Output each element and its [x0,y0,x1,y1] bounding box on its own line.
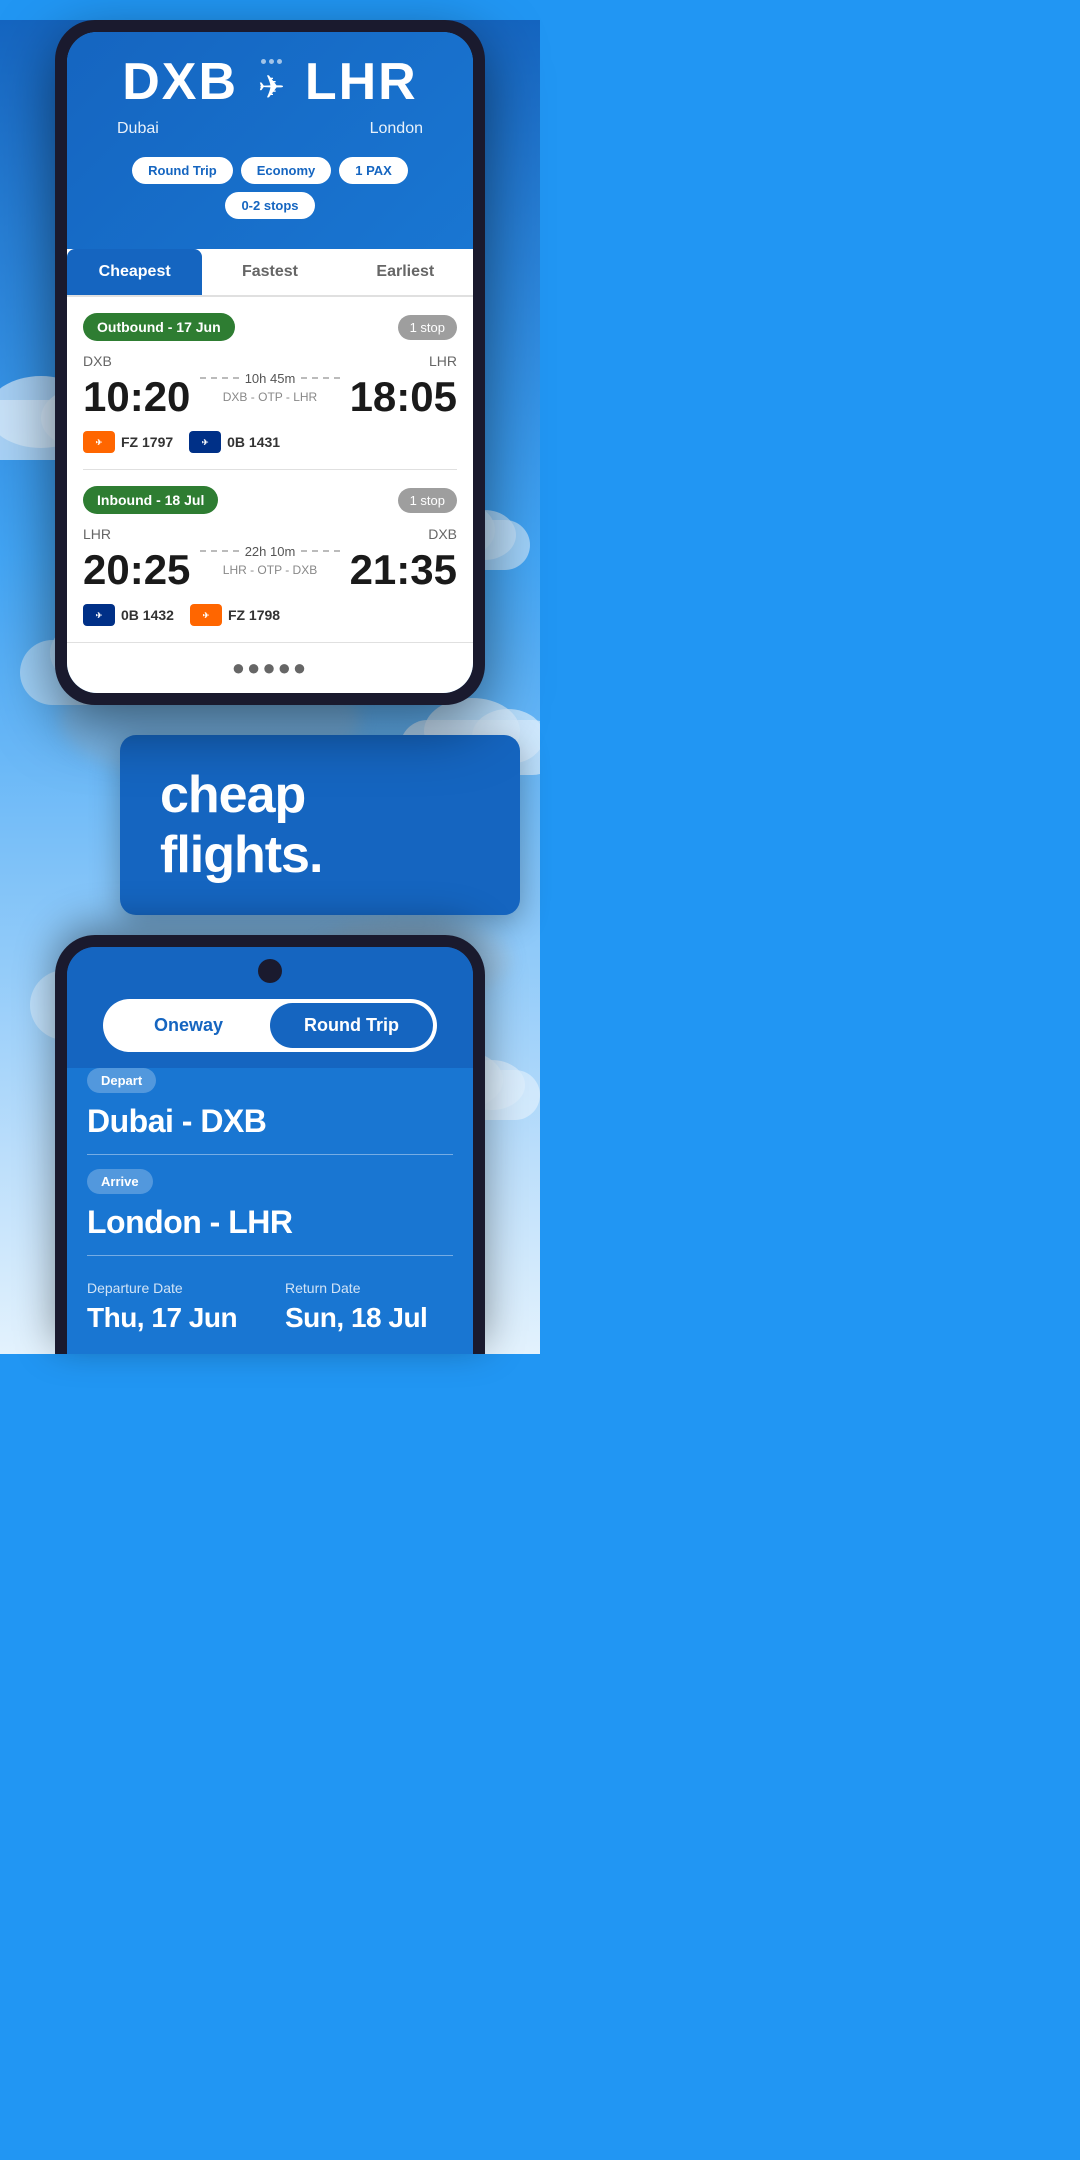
outbound-header: Outbound - 17 Jun 1 stop [83,313,457,341]
departure-date-label: Departure Date [87,1280,255,1296]
inbound-airlines: ✈ 0B 1432 ✈ FZ 1798 [83,604,457,626]
phone-1: DXB ✈ LHR Dubai London [55,20,485,705]
blueair-logo-1: ✈ [189,431,221,453]
plane-icon: ✈ [258,59,285,106]
outbound-label: Outbound - 17 Jun [83,313,235,341]
outbound-times: DXB 10:20 10h 45m DXB - OTP - LHR LHR 18… [83,353,457,421]
tabs-container: Cheapest Fastest Earliest [67,249,473,297]
inbound-to: DXB 21:35 [350,526,457,594]
inbound-airline-1: ✈ 0B 1432 [83,604,174,626]
to-city: London [370,120,423,138]
outbound-airline-2-code: 0B 1431 [227,434,280,450]
arrive-label: Arrive [87,1169,153,1194]
pax-pill[interactable]: 1 PAX [339,157,408,184]
arrive-field[interactable]: Arrive London - LHR [87,1169,453,1241]
cabin-pill[interactable]: Economy [241,157,332,184]
outbound-duration-info: 10h 45m DXB - OTP - LHR [190,371,349,404]
inbound-times: LHR 20:25 22h 10m LHR - OTP - DXB DXB 21… [83,526,457,594]
inbound-airline-2: ✈ FZ 1798 [190,604,280,626]
trip-toggle: Oneway Round Trip [103,999,437,1052]
stops-pill[interactable]: 0-2 stops [225,192,314,219]
inbound-arrive-time: 21:35 [350,546,457,594]
to-code: LHR [305,52,418,112]
notch [258,959,282,983]
inbound-label: Inbound - 18 Jul [83,486,218,514]
inbound-duration: 22h 10m [245,544,296,559]
outbound-from-code: DXB [83,353,190,369]
dashed-line-left [200,377,238,379]
search-form: Depart Dubai - DXB Arrive London - LHR D… [67,1068,473,1354]
inbound-airline-1-code: 0B 1432 [121,607,174,623]
return-date-field[interactable]: Return Date Sun, 18 Jul [285,1280,453,1334]
departure-date-value: Thu, 17 Jun [87,1302,255,1334]
depart-value: Dubai - DXB [87,1103,453,1140]
return-date-label: Return Date [285,1280,453,1296]
inbound-dashed-right [301,550,339,552]
inbound-duration-line: 22h 10m [200,544,339,559]
inbound-dashed-left [200,550,238,552]
inbound-from: LHR 20:25 [83,526,190,594]
tabs: Cheapest Fastest Earliest [67,249,473,297]
outbound-airline-1-code: FZ 1797 [121,434,173,450]
outbound-arrive-time: 18:05 [350,373,457,421]
route-cities: Dubai London [87,120,453,142]
date-row: Departure Date Thu, 17 Jun Return Date S… [87,1270,453,1334]
flydubai-logo-1: ✈ [83,431,115,453]
trip-type-pill[interactable]: Round Trip [132,157,233,184]
outbound-route-path: DXB - OTP - LHR [200,390,339,404]
from-airport: DXB [122,52,238,112]
promo-text: cheap flights. [160,765,480,885]
outbound-airline-2: ✈ 0B 1431 [189,431,280,453]
to-airport: LHR [305,52,418,112]
promo-banner: cheap flights. [120,735,520,915]
outbound-to: LHR 18:05 [350,353,457,421]
oneway-option[interactable]: Oneway [107,1003,270,1048]
phone-2: Oneway Round Trip Depart Dubai - DXB Arr… [55,935,485,1354]
trip-toggle-wrapper: Oneway Round Trip [67,999,473,1052]
depart-divider [87,1154,453,1155]
flights-container: Outbound - 17 Jun 1 stop DXB 10:20 10h 4… [67,297,473,642]
inbound-stop-badge: 1 stop [398,488,457,513]
outbound-depart-time: 10:20 [83,373,190,421]
tab-fastest[interactable]: Fastest [202,249,337,295]
depart-field[interactable]: Depart Dubai - DXB [87,1068,453,1140]
inbound-depart-time: 20:25 [83,546,190,594]
tab-earliest[interactable]: Earliest [338,249,473,295]
inbound-route-path: LHR - OTP - DXB [200,563,339,577]
route-row: DXB ✈ LHR [87,52,453,112]
flydubai-logo-2: ✈ [190,604,222,626]
inbound-duration-info: 22h 10m LHR - OTP - DXB [190,544,349,577]
outbound-to-code: LHR [350,353,457,369]
inbound-header: Inbound - 18 Jul 1 stop [83,486,457,514]
filter-pills: Round Trip Economy 1 PAX 0-2 stops [87,157,453,219]
round-trip-option[interactable]: Round Trip [270,1003,433,1048]
outbound-duration: 10h 45m [245,371,296,386]
return-date-value: Sun, 18 Jul [285,1302,453,1334]
blueair-logo-2: ✈ [83,604,115,626]
notch-bar [67,947,473,983]
outbound-from: DXB 10:20 [83,353,190,421]
tab-cheapest[interactable]: Cheapest [67,249,202,295]
from-code: DXB [122,52,238,112]
outbound-airline-1: ✈ FZ 1797 [83,431,173,453]
outbound-airlines: ✈ FZ 1797 ✈ 0B 1431 [83,431,457,453]
promo-box: cheap flights. [120,735,520,915]
flight-header: DXB ✈ LHR Dubai London [67,32,473,249]
inbound-airline-2-code: FZ 1798 [228,607,280,623]
plane-dots [261,59,282,64]
outbound-duration-line: 10h 45m [200,371,339,386]
outbound-stop-badge: 1 stop [398,315,457,340]
arrive-value: London - LHR [87,1204,453,1241]
flight-divider [83,469,457,470]
depart-label: Depart [87,1068,156,1093]
price-bar: ●●●●● [67,642,473,693]
arrive-divider [87,1255,453,1256]
inbound-to-code: DXB [350,526,457,542]
departure-date-field[interactable]: Departure Date Thu, 17 Jun [87,1280,255,1334]
from-city: Dubai [117,120,159,138]
dashed-line-right [301,377,339,379]
inbound-from-code: LHR [83,526,190,542]
